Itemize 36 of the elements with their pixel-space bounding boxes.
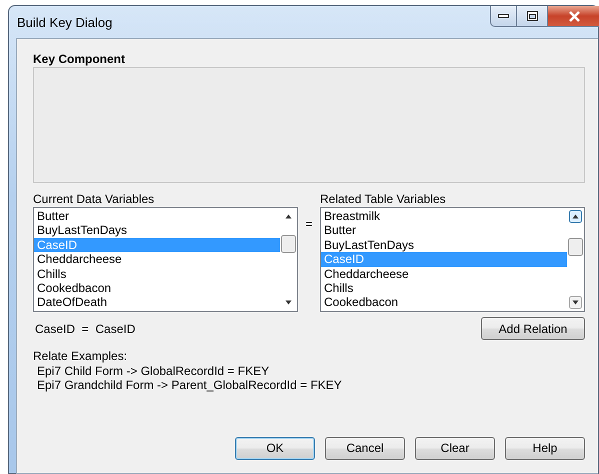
minimize-button[interactable] — [490, 6, 517, 27]
scroll-up-button[interactable] — [569, 210, 582, 223]
group-label: Key Component — [33, 51, 126, 67]
window-title: Build Key Dialog — [16, 14, 112, 32]
list-item[interactable]: Cheddarcheese — [34, 252, 280, 267]
scroll-thumb[interactable] — [568, 238, 583, 256]
close-icon — [568, 10, 581, 22]
maximize-button[interactable] — [517, 6, 548, 27]
list-item[interactable]: Cookedbacon — [34, 280, 280, 296]
example-text: Epi7 Child Form -> GlobalRecordId = FKEY — [36, 364, 270, 378]
example-text: Relate Examples: — [33, 349, 128, 364]
dialog-button[interactable]: OK — [235, 436, 315, 460]
relation-text: CaseID = CaseID — [34, 321, 136, 338]
list-item[interactable]: DateOfDeath — [34, 295, 280, 310]
minimize-icon — [498, 14, 509, 18]
dialog-button[interactable]: Help — [505, 436, 585, 460]
list-item[interactable]: BuyLastTenDays — [34, 223, 280, 238]
scroll-thumb[interactable] — [281, 235, 296, 253]
scroll-down-button[interactable] — [569, 296, 582, 309]
add-relation-button[interactable]: Add Relation — [481, 317, 585, 340]
list-item[interactable]: Breastmilk — [321, 209, 567, 224]
list-item[interactable]: BuyLastTenDays — [321, 238, 567, 252]
dialog-button[interactable]: Cancel — [325, 436, 405, 460]
group-label: Related Table Variables — [320, 191, 447, 207]
list-item[interactable]: Cheddarcheese — [321, 266, 567, 281]
example-text: Epi7 Grandchild Form -> Parent_GlobalRecordId = FKEY — [36, 378, 343, 392]
close-button[interactable] — [548, 6, 599, 27]
list-item[interactable]: Butter — [321, 223, 567, 238]
group-label: Current Data Variables — [33, 191, 156, 207]
list-item[interactable]: Cookedbacon — [321, 295, 567, 310]
dialog-button[interactable]: Clear — [415, 436, 495, 460]
maximize-icon — [526, 11, 538, 21]
list-item[interactable]: Chills — [321, 280, 567, 296]
list-item[interactable]: Chills — [34, 266, 280, 281]
list-item[interactable]: Butter — [34, 209, 280, 224]
equals-sign: = — [305, 216, 312, 233]
